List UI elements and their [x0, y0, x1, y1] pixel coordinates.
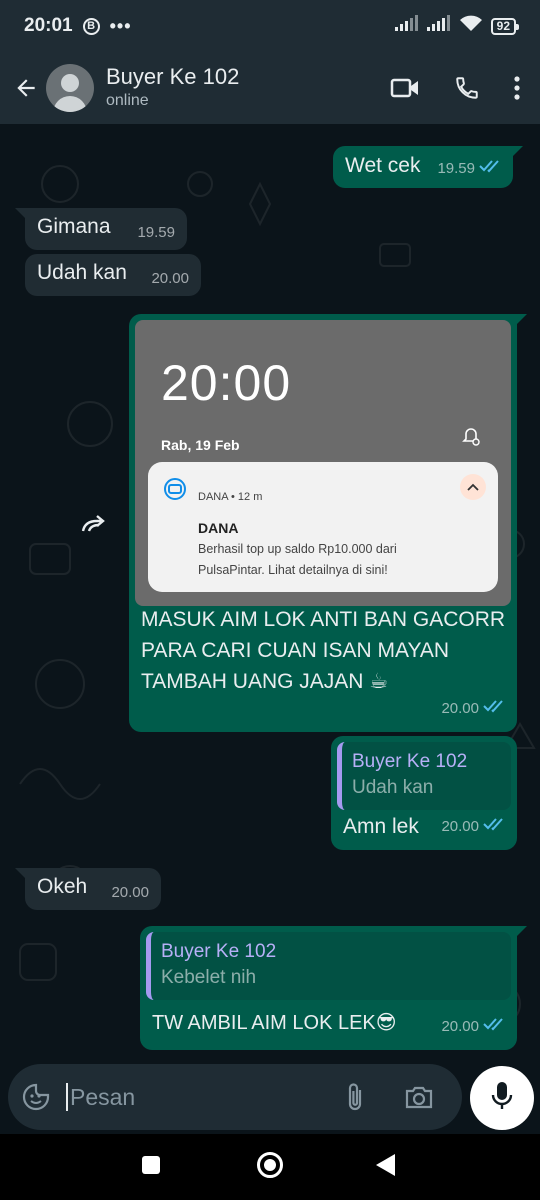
caption-line: PARA CARI CUAN ISAN MAYAN — [141, 639, 450, 662]
mic-icon — [491, 1081, 513, 1116]
message-meta: 19.59 — [437, 154, 501, 184]
attach-icon[interactable] — [344, 1082, 366, 1112]
message-time: 20.00 — [441, 1018, 479, 1035]
message-time: 20.00 — [111, 884, 149, 901]
quoted-message[interactable]: Buyer Ke 102 Kebelet nih — [146, 932, 511, 1000]
contact-name: Buyer Ke 102 — [106, 64, 240, 89]
mic-button[interactable] — [470, 1066, 534, 1130]
message-composer — [0, 1064, 540, 1134]
signal-2-icon — [426, 15, 451, 37]
quote-author: Buyer Ke 102 — [352, 751, 468, 772]
lockscreen-time: 20:00 — [161, 355, 292, 411]
quote-text: Kebelet nih — [161, 967, 257, 988]
chat-header: Buyer Ke 102 online — [0, 52, 540, 124]
status-time: 20:01 — [24, 15, 73, 36]
video-call-icon[interactable] — [390, 77, 420, 99]
lockscreen-date: Rab, 19 Feb — [161, 437, 240, 453]
notification-app: DANA • 12 m — [198, 491, 263, 503]
more-notifications-icon: ••• — [109, 15, 132, 36]
message-text: Wet cek — [345, 154, 421, 177]
contact-status: online — [106, 92, 149, 109]
back-arrow-icon[interactable] — [8, 75, 44, 101]
dana-logo-icon — [164, 478, 186, 500]
text-cursor — [66, 1083, 68, 1111]
home-button[interactable] — [257, 1152, 283, 1178]
double-check-icon — [483, 1012, 505, 1042]
status-bar: 20:01 B ••• 92 — [0, 0, 540, 52]
message-incoming[interactable]: Udah kan 20.00 — [25, 254, 201, 296]
more-vert-icon[interactable] — [514, 76, 520, 100]
notification-badge-icon: B — [82, 17, 100, 35]
signal-icon — [394, 15, 419, 37]
notification-card: DANA • 12 m DANA Berhasil top up saldo R… — [148, 462, 498, 592]
wifi-icon — [459, 14, 483, 38]
message-outgoing[interactable]: Wet cek 19.59 — [333, 146, 523, 188]
recents-button[interactable] — [142, 1156, 160, 1174]
message-text: Gimana — [37, 215, 111, 238]
notification-body: Berhasil top up saldo Rp10.000 dari Puls… — [198, 542, 397, 577]
caption-line: MASUK AIM LOK ANTI BAN GACORR — [141, 608, 506, 631]
message-text: Okeh — [37, 875, 88, 898]
message-incoming[interactable]: Okeh 20.00 — [15, 868, 161, 910]
message-input[interactable] — [70, 1083, 330, 1111]
battery-icon: 92 — [490, 17, 520, 35]
message-time: 20.00 — [151, 270, 189, 287]
voice-call-icon[interactable] — [454, 75, 480, 101]
message-time: 20.00 — [441, 700, 479, 717]
double-check-icon — [483, 812, 505, 842]
message-text: Udah kan — [37, 261, 127, 284]
message-input-container[interactable] — [8, 1064, 462, 1130]
quote-author: Buyer Ke 102 — [161, 941, 277, 962]
image-attachment[interactable]: 20:00 Rab, 19 Feb DANA • 12 m DANA Berha… — [135, 320, 511, 606]
message-time: 19.59 — [437, 160, 475, 177]
message-meta: 20.00 — [441, 812, 505, 842]
message-caption: MASUK AIM LOK ANTI BAN GACORR PARA CARI … — [141, 604, 505, 697]
chat-area[interactable]: Wet cek 19.59 Gimana 19.59 Udah kan 20.0… — [0, 124, 540, 1064]
forward-icon[interactable] — [74, 504, 114, 544]
double-check-icon — [483, 694, 505, 724]
chevron-up-icon — [460, 474, 486, 500]
quote-text: Udah kan — [352, 777, 434, 798]
back-button[interactable] — [376, 1154, 395, 1176]
message-outgoing-image[interactable]: 20:00 Rab, 19 Feb DANA • 12 m DANA Berha… — [129, 314, 527, 732]
double-check-icon — [479, 154, 501, 184]
message-meta: 20.00 — [441, 694, 505, 724]
message-outgoing-reply[interactable]: Buyer Ke 102 Udah kan Amn lek 20.00 — [331, 736, 517, 850]
message-meta: 20.00 — [441, 1012, 505, 1042]
message-text: Amn lek — [343, 815, 419, 838]
message-outgoing-reply[interactable]: Buyer Ke 102 Kebelet nih TW AMBIL AIM LO… — [140, 926, 527, 1050]
system-nav-bar — [0, 1134, 540, 1200]
message-time: 19.59 — [137, 224, 175, 241]
bell-settings-icon — [461, 426, 483, 457]
message-time: 20.00 — [441, 818, 479, 835]
quoted-message[interactable]: Buyer Ke 102 Udah kan — [337, 742, 511, 810]
avatar[interactable] — [46, 64, 94, 112]
contact-info[interactable]: Buyer Ke 102 online — [106, 64, 239, 112]
message-incoming[interactable]: Gimana 19.59 — [15, 208, 187, 250]
sticker-icon[interactable] — [22, 1083, 50, 1111]
camera-icon[interactable] — [404, 1084, 434, 1110]
message-text: TW AMBIL AIM LOK LEK😎 — [152, 1012, 397, 1034]
caption-line: TAMBAH UANG JAJAN ☕ — [141, 670, 389, 693]
